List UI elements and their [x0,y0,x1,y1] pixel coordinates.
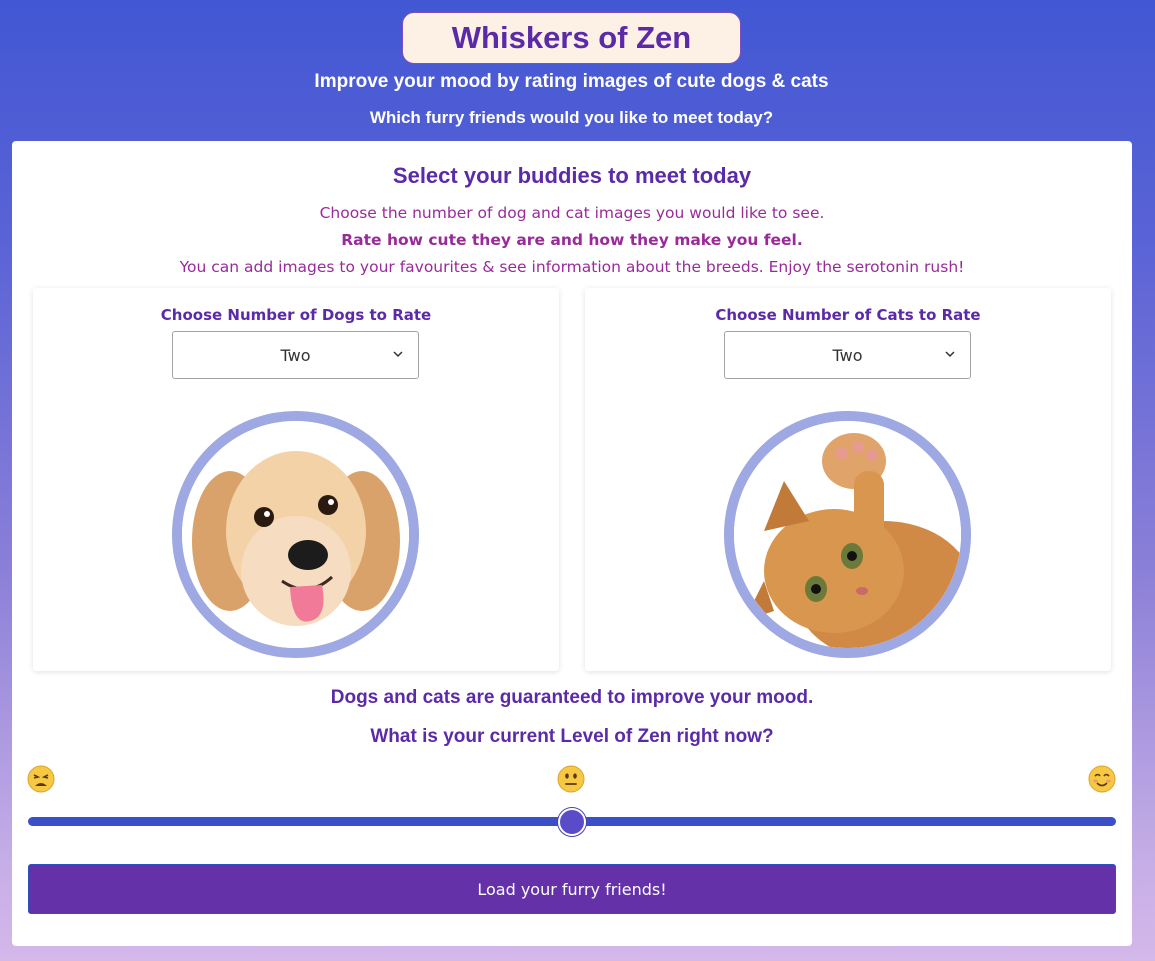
app-question: Which furry friends would you like to me… [369,108,774,127]
cats-card: Choose Number of Cats to Rate Two [585,288,1111,671]
intro-line-1: Choose the number of dog and cat images … [319,204,825,222]
mood-statement: Dogs and cats are guaranteed to improve … [330,687,814,708]
chevron-down-icon [393,351,403,358]
dog-image [172,411,419,658]
zen-question: What is your current Level of Zen right … [370,726,774,747]
selection-panel: Select your buddies to meet today Choose… [12,141,1132,946]
intro-line-2: Rate how cute they are and how they make… [341,231,803,249]
chevron-down-icon [945,351,955,358]
cat-image [724,411,971,658]
cat-illustration [734,421,961,648]
dogs-count-select[interactable]: Two [172,331,419,379]
app-subtitle: Improve your mood by rating images of cu… [314,71,829,92]
app-title: Whiskers of Zen [402,12,741,64]
cats-count-value: Two [832,345,863,365]
dogs-count-value: Two [280,345,311,365]
load-friends-button[interactable]: Load your furry friends! [28,864,1116,914]
intro-line-3: You can add images to your favourites & … [179,258,965,276]
weary-face-icon [27,765,55,793]
cats-count-select[interactable]: Two [724,331,971,379]
neutral-face-icon [557,765,585,793]
zen-level-slider-handle[interactable] [558,808,586,836]
dogs-card: Choose Number of Dogs to Rate Two [33,288,559,671]
dog-illustration [182,421,409,648]
cats-select-label: Choose Number of Cats to Rate [715,306,981,324]
dogs-select-label: Choose Number of Dogs to Rate [160,306,432,324]
smiling-face-icon [1088,765,1116,793]
panel-heading: Select your buddies to meet today [392,163,752,188]
